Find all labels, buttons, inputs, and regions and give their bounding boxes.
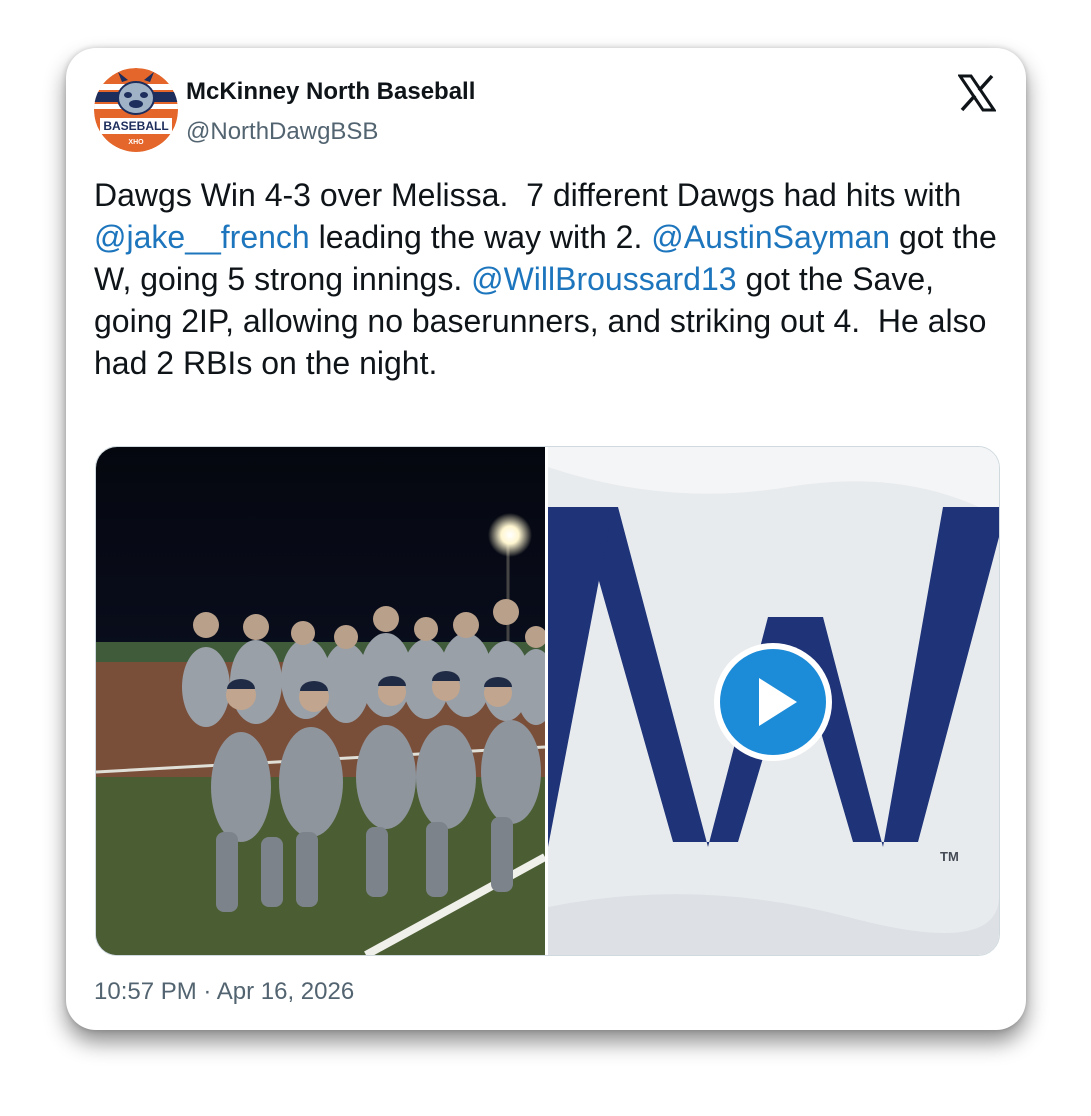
tweet-text-segment: leading the way with 2. (309, 219, 652, 255)
tweet-card: BASEBALL XHO McKinney North Baseball @No… (66, 48, 1026, 1030)
mention-link[interactable]: @WillBroussard13 (471, 261, 736, 297)
avatar[interactable]: BASEBALL XHO (94, 68, 178, 152)
x-logo-icon[interactable] (957, 74, 997, 112)
play-button[interactable] (714, 643, 832, 761)
mention-link[interactable]: @jake__french (94, 219, 310, 255)
video-thumbnail[interactable]: TM (548, 447, 999, 955)
handle[interactable]: @NorthDawgBSB (186, 118, 378, 146)
mention-link[interactable]: @AustinSayman (651, 219, 890, 255)
team-photo-image[interactable] (96, 447, 545, 955)
play-icon (759, 678, 797, 726)
tweet-text: Dawgs Win 4-3 over Melissa. 7 different … (94, 174, 1009, 384)
timestamp[interactable]: 10:57 PM · Apr 16, 2026 (94, 978, 354, 1006)
play-button-circle (720, 649, 826, 755)
media-grid: TM (95, 446, 1000, 956)
avatar-sub-label: XHO (128, 139, 144, 146)
avatar-label: BASEBALL (103, 119, 168, 133)
tweet-text-segment: Dawgs Win 4-3 over Melissa. 7 different … (94, 177, 971, 213)
trademark-label: TM (940, 849, 959, 864)
bulldog-baseball-logo-icon: BASEBALL XHO (94, 68, 178, 152)
display-name[interactable]: McKinney North Baseball (186, 78, 475, 106)
